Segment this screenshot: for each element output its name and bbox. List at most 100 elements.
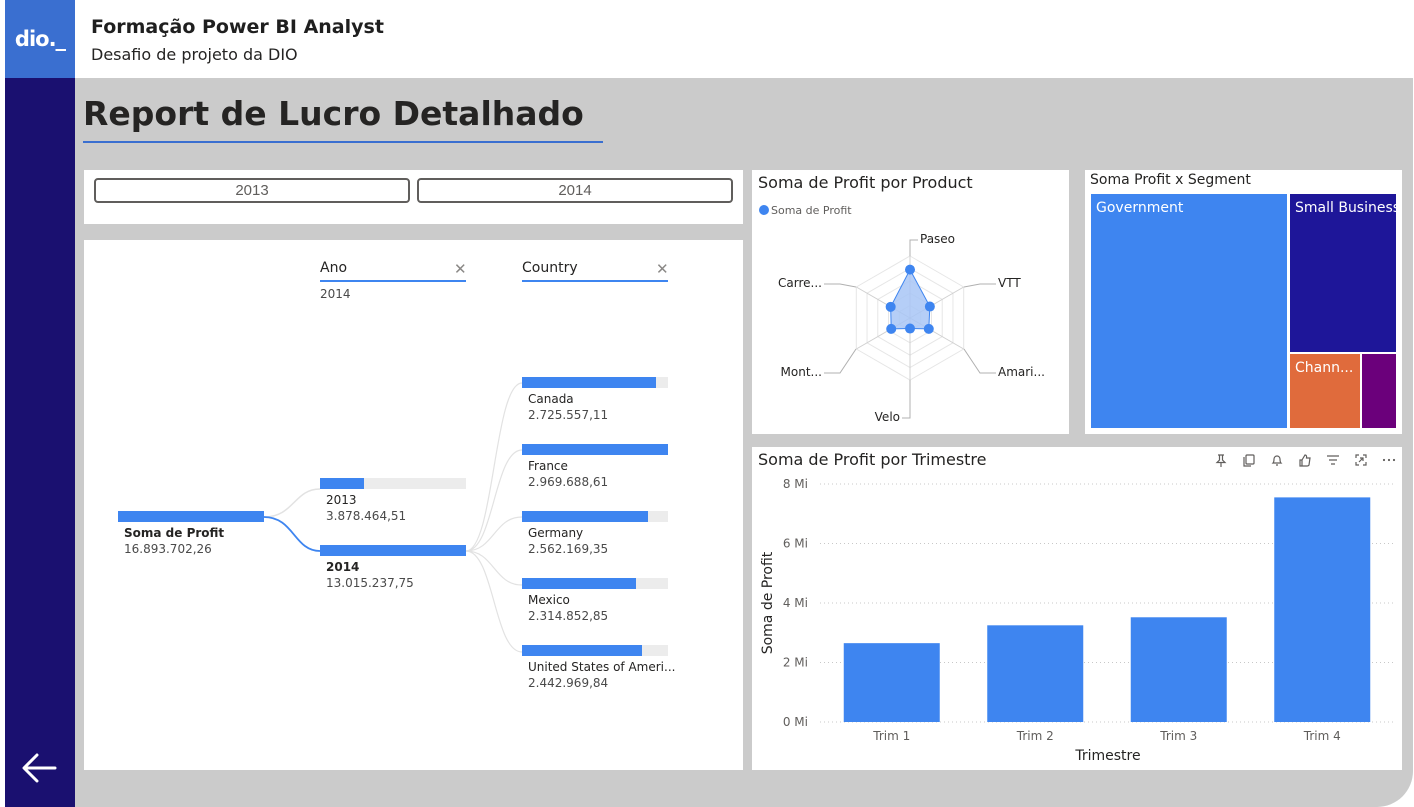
treemap-cell-other[interactable] [1362,354,1396,428]
remove-level-country-icon[interactable]: ✕ [656,260,669,278]
radar-axis-label: Paseo [920,232,955,246]
radar-leader-line [824,283,857,288]
bar-track [522,578,668,589]
radar-point[interactable] [885,301,896,312]
radar-point[interactable] [886,323,897,334]
radar-leader-line [902,380,911,419]
node-label: 2013 [326,493,357,507]
remove-level-ano-icon[interactable]: ✕ [454,260,467,278]
dio-logo: dio._ [5,0,75,78]
node-value: 2.725.557,11 [528,408,609,422]
node-value: 2.969.688,61 [528,475,609,489]
bar-track [522,645,668,656]
tree-connectors [263,382,523,653]
treemap-cell-channel[interactable]: Chann... [1290,354,1360,428]
radar-leader-line [963,348,996,374]
level-header-ano[interactable]: Ano [320,260,347,276]
radar-leader-line [824,348,857,374]
radar-chart-product: Soma de Profit por Product Soma de Profi… [752,170,1069,434]
root-label: Soma de Profit [124,526,225,540]
radar-leader-line [909,239,918,256]
y-tick-label: 0 Mi [783,715,808,729]
x-axis-title: Trimestre [1074,748,1140,764]
bar-chart-trimestre: Soma de Profit por Trimestre 0 Mi 2 Mi 4 M… [752,447,1402,770]
treemap-label-government: Government [1096,200,1184,216]
report-canvas: Report de Lucro Detalhado 2013 2014 Ano … [75,78,1413,807]
radar-point[interactable] [905,323,915,334]
bar-plot: 0 Mi 2 Mi 4 Mi 6 Mi 8 Mi Trim 1 Trim 2 Trim 3 Tr… [760,477,1394,764]
bar-fill [522,645,643,656]
node-label: France [528,459,568,473]
title-underline [83,141,603,143]
treemap-label-small-business: Small Business [1295,200,1396,216]
radar-axis-label: Amari... [998,365,1045,379]
radar-axis-label: Carre... [778,276,822,290]
treemap-cell-government[interactable]: Government [1091,194,1287,428]
back-arrow-icon[interactable] [19,748,59,788]
level-filter-ano: 2014 [320,287,351,301]
logo-text: dio._ [14,27,66,51]
bar-track [522,444,668,455]
power-bi-report-page: dio._ Formação Power BI Analyst Desafio … [0,0,1414,807]
node-value: 2.314.852,85 [528,609,609,623]
y-tick-label: 2 Mi [783,656,808,670]
node-value: 2.442.969,84 [528,676,609,690]
node-label: Mexico [528,593,570,607]
bar-fill [522,444,668,455]
bar-track [522,377,668,388]
bar-fill [522,511,648,522]
radar-series-area [890,268,931,330]
bar-trim-4[interactable] [1274,497,1371,722]
bar-fill [320,478,364,489]
sidebar: dio._ [5,0,75,807]
x-tick-label: Trim 4 [1303,729,1341,743]
node-value: 3.878.464,51 [326,509,407,523]
app-title: Formação Power BI Analyst [91,16,384,38]
slicer-option-2014[interactable]: 2014 [417,178,733,203]
node-label: United States of Ameri... [528,660,676,674]
node-value: 13.015.237,75 [326,576,414,590]
treemap-label-channel: Chann... [1295,360,1354,376]
y-tick-label: 6 Mi [783,537,808,551]
slicer-option-2013[interactable]: 2013 [94,178,410,203]
app-header: Formação Power BI Analyst Desafio de pro… [75,0,1414,78]
bar-fill [320,545,466,556]
y-axis-title: Soma de Profit [760,551,776,654]
y-tick-label: 4 Mi [783,596,808,610]
radar-axis-label: Velo [875,410,900,424]
bar-track [320,478,466,489]
x-tick-label: Trim 2 [1016,729,1054,743]
treemap-segment: Soma Profit x Segment Government Small B… [1085,170,1402,434]
node-value: 2.562.169,35 [528,542,609,556]
app-subtitle: Desafio de projeto da DIO [91,45,298,64]
treemap-title: Soma Profit x Segment [1090,172,1251,188]
y-tick-label: 8 Mi [783,477,808,491]
bar-trim-2[interactable] [987,625,1084,722]
x-tick-label: Trim 1 [872,729,910,743]
report-title: Report de Lucro Detalhado [83,94,584,133]
level-header-country[interactable]: Country [522,260,578,276]
node-label: Canada [528,392,574,406]
node-label: 2014 [326,560,360,574]
node-label: Germany [528,526,584,540]
x-tick-label: Trim 3 [1159,729,1197,743]
radar-plot: Paseo VTT Amari... Velo Mont... Carre... [778,232,1045,424]
bar-fill [522,377,657,388]
decomposition-tree: Ano ✕ 2014 Country ✕ Soma de Profit 16.8… [84,240,743,770]
radar-point[interactable] [905,264,915,275]
year-slicer: 2013 2014 [84,170,743,224]
radar-axis-label: Mont... [781,365,822,379]
radar-leader-line [963,283,996,288]
bar-track [320,545,466,556]
treemap-cell-small-business[interactable]: Small Business [1290,194,1396,352]
bar-track [522,511,668,522]
radar-point[interactable] [924,301,935,312]
level-underline-country [522,280,668,282]
bar-fill [522,578,636,589]
level-underline-ano [320,280,466,282]
bar-trim-1[interactable] [843,643,940,722]
bar-trim-3[interactable] [1130,617,1227,722]
radar-point[interactable] [923,323,934,334]
root-value: 16.893.702,26 [124,542,212,556]
radar-axis-label: VTT [998,276,1021,290]
